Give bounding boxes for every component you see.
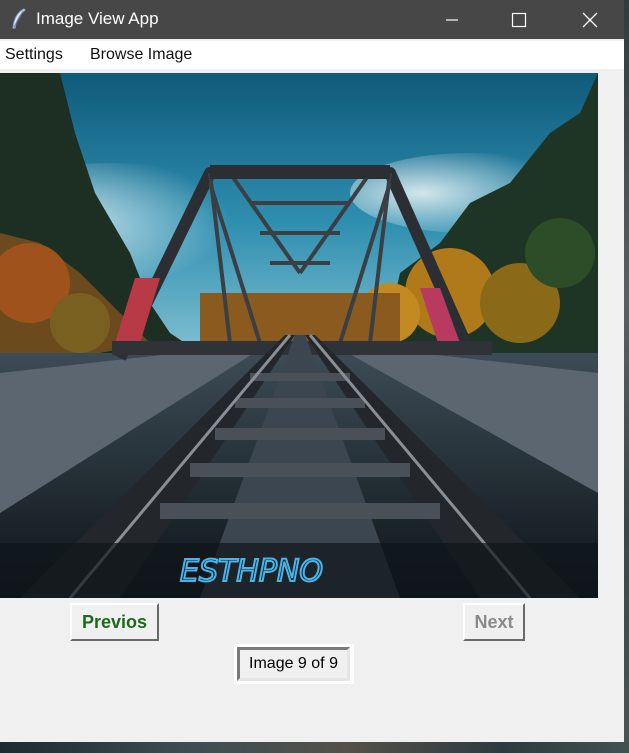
app-window: Image View App Settings Browse Image EST…: [0, 0, 624, 745]
next-button[interactable]: Next: [463, 603, 525, 641]
title-bar[interactable]: Image View App: [0, 0, 624, 39]
desktop-background: [624, 0, 629, 753]
maximize-button[interactable]: [495, 0, 542, 39]
image-display: ESTHPNO: [0, 73, 598, 598]
minimize-icon: [445, 18, 458, 21]
image-counter: Image 9 of 9: [237, 647, 350, 681]
close-button[interactable]: [566, 0, 613, 39]
graffiti-text: ESTHPNO: [180, 554, 323, 589]
status-frame: Image 9 of 9: [234, 644, 354, 684]
minimize-button[interactable]: [428, 0, 475, 39]
menu-browse-image[interactable]: Browse Image: [90, 46, 192, 64]
feather-icon: [10, 8, 28, 30]
window-title: Image View App: [36, 9, 159, 28]
taskbar-strip: [0, 742, 629, 753]
close-icon: [582, 12, 597, 27]
railway-bridge-photo: ESTHPNO: [0, 73, 598, 598]
menu-settings[interactable]: Settings: [5, 46, 63, 64]
menu-bar: Settings Browse Image: [0, 41, 624, 69]
previous-button[interactable]: Previos: [70, 603, 159, 641]
maximize-icon: [511, 12, 526, 27]
